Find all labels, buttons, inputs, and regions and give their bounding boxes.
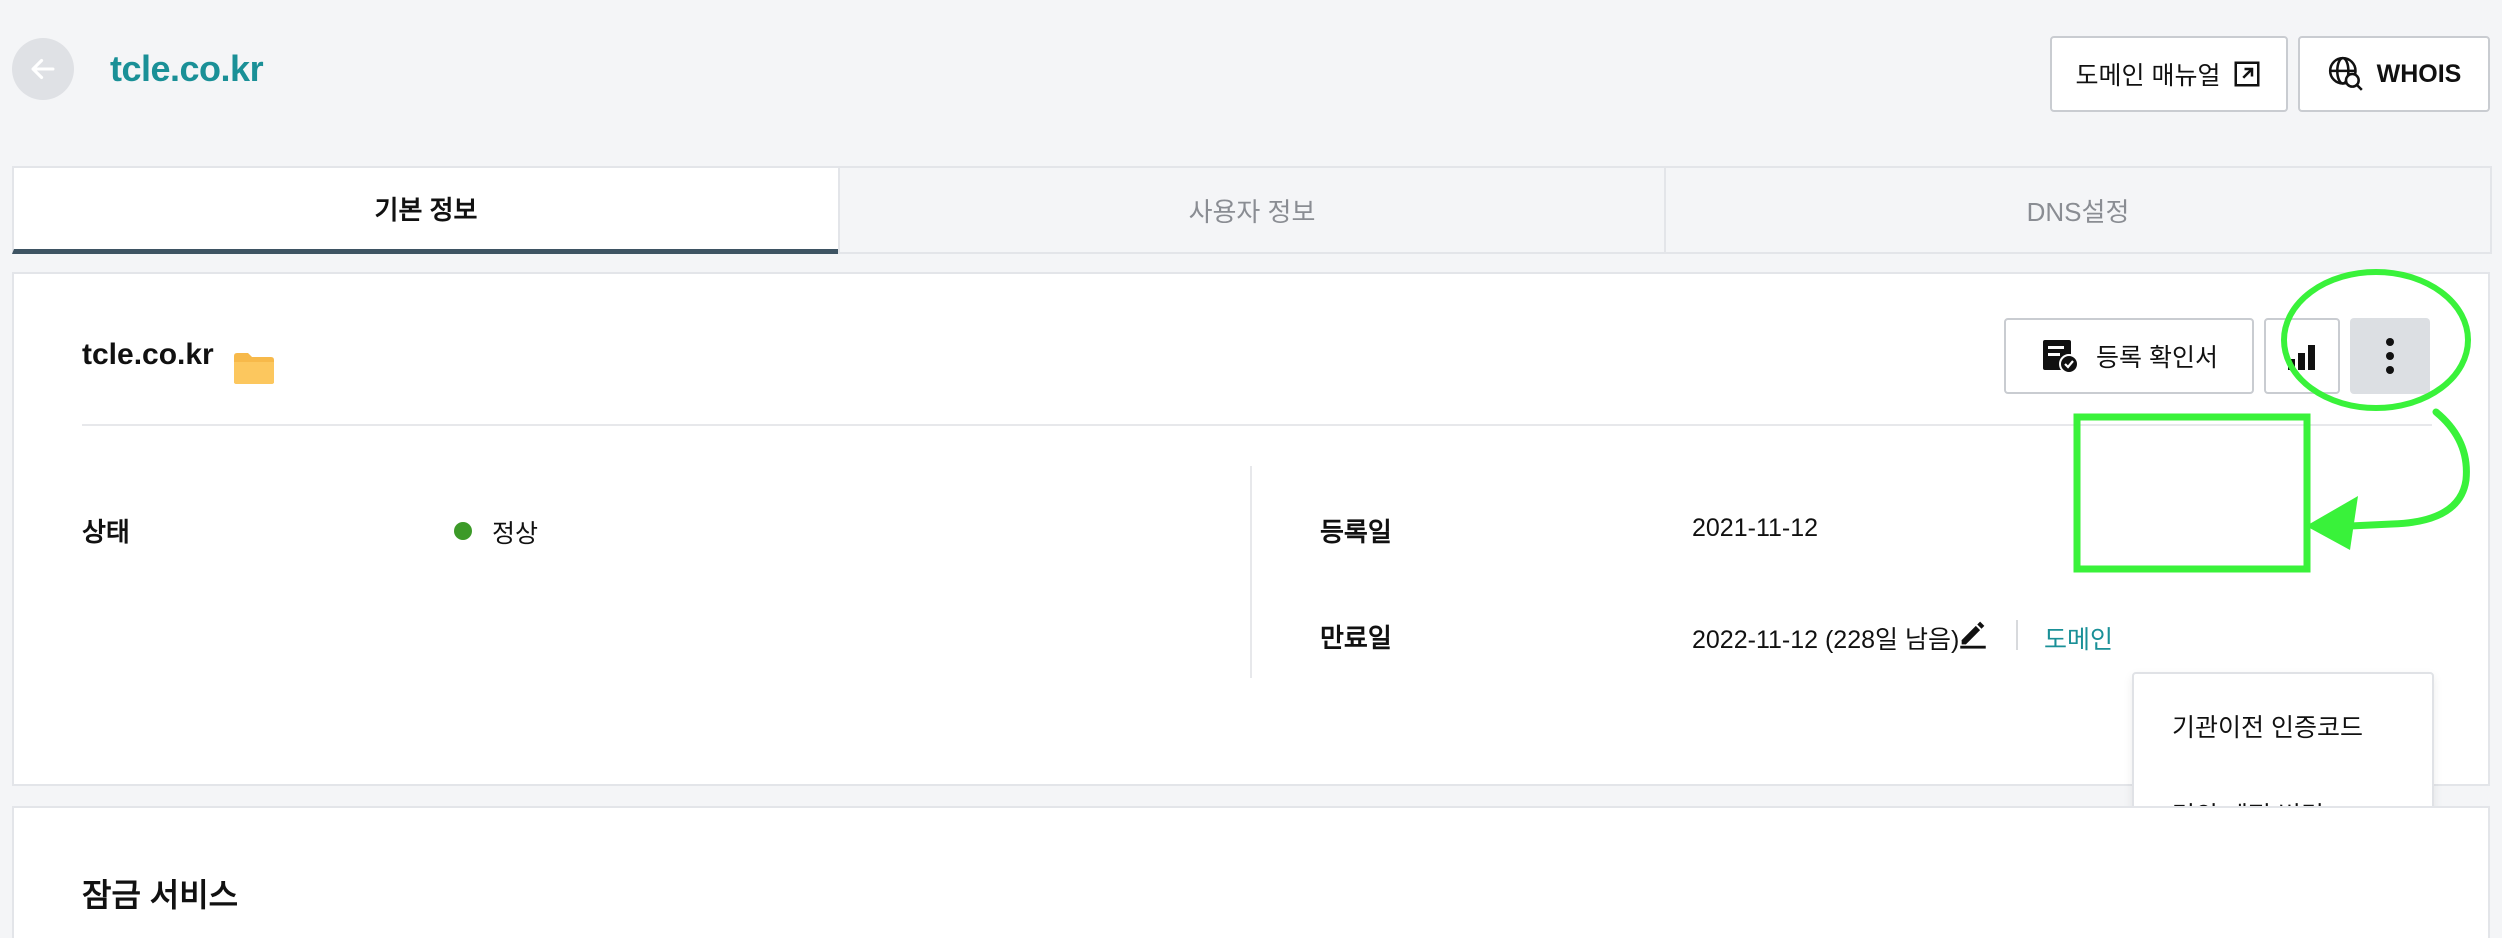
domain-manual-button[interactable]: 도메인 매뉴얼 — [2050, 36, 2288, 112]
tab-dns-settings[interactable]: DNS설정 — [1664, 166, 2492, 254]
whois-button[interactable]: WHOIS — [2298, 36, 2490, 112]
menu-item-transfer-code[interactable]: 기관이전 인증코드 — [2172, 708, 2363, 744]
bar-chart-icon — [2288, 345, 2315, 370]
external-link-icon — [2234, 61, 2260, 87]
statistics-button[interactable] — [2264, 318, 2340, 394]
more-options-button[interactable] — [2350, 318, 2430, 394]
folder-icon[interactable] — [232, 350, 276, 386]
registration-certificate-button[interactable]: 등록 확인서 — [2004, 318, 2254, 394]
lock-service-title: 잠금 서비스 — [82, 877, 239, 913]
globe-search-icon — [2328, 56, 2363, 91]
tab-user-info[interactable]: 사용자 정보 — [838, 166, 1666, 254]
whois-label: WHOIS — [2376, 59, 2462, 88]
card-divider — [82, 424, 2432, 426]
expiry-date-value: 2022-11-12 (228일 남음) — [1692, 626, 1960, 654]
certificate-icon — [2043, 340, 2080, 374]
registered-date-label: 등록일 — [1320, 517, 1392, 547]
card-domain-name: tcle.co.kr — [82, 338, 214, 371]
lock-service-card: 잠금 서비스 — [12, 806, 2490, 938]
edit-pencil-icon[interactable] — [1956, 616, 1990, 650]
inline-separator — [2016, 620, 2018, 650]
expiry-date-label: 만료일 — [1320, 623, 1392, 653]
column-divider — [1250, 466, 1252, 678]
more-vertical-icon — [2386, 338, 2394, 374]
domain-manual-label: 도메인 매뉴얼 — [2075, 62, 2221, 90]
domain-extend-link[interactable]: 도메인 — [2044, 620, 2113, 656]
certificate-label: 등록 확인서 — [2096, 344, 2218, 372]
back-button[interactable] — [12, 38, 74, 100]
back-arrow-icon — [31, 58, 55, 80]
page-title: tcle.co.kr — [110, 48, 264, 89]
status-label: 상태 — [82, 517, 130, 547]
tab-basic-info[interactable]: 기본 정보 — [12, 166, 840, 254]
domain-info-card: tcle.co.kr 등록 확인서 상태 정상 등록일 2021-11-12 만… — [12, 272, 2490, 938]
status-indicator — [454, 522, 472, 540]
registered-date-value: 2021-11-12 — [1692, 514, 1819, 542]
tab-bar: 기본 정보 사용자 정보 DNS설정 — [12, 166, 2492, 254]
status-value: 정상 — [492, 520, 539, 548]
